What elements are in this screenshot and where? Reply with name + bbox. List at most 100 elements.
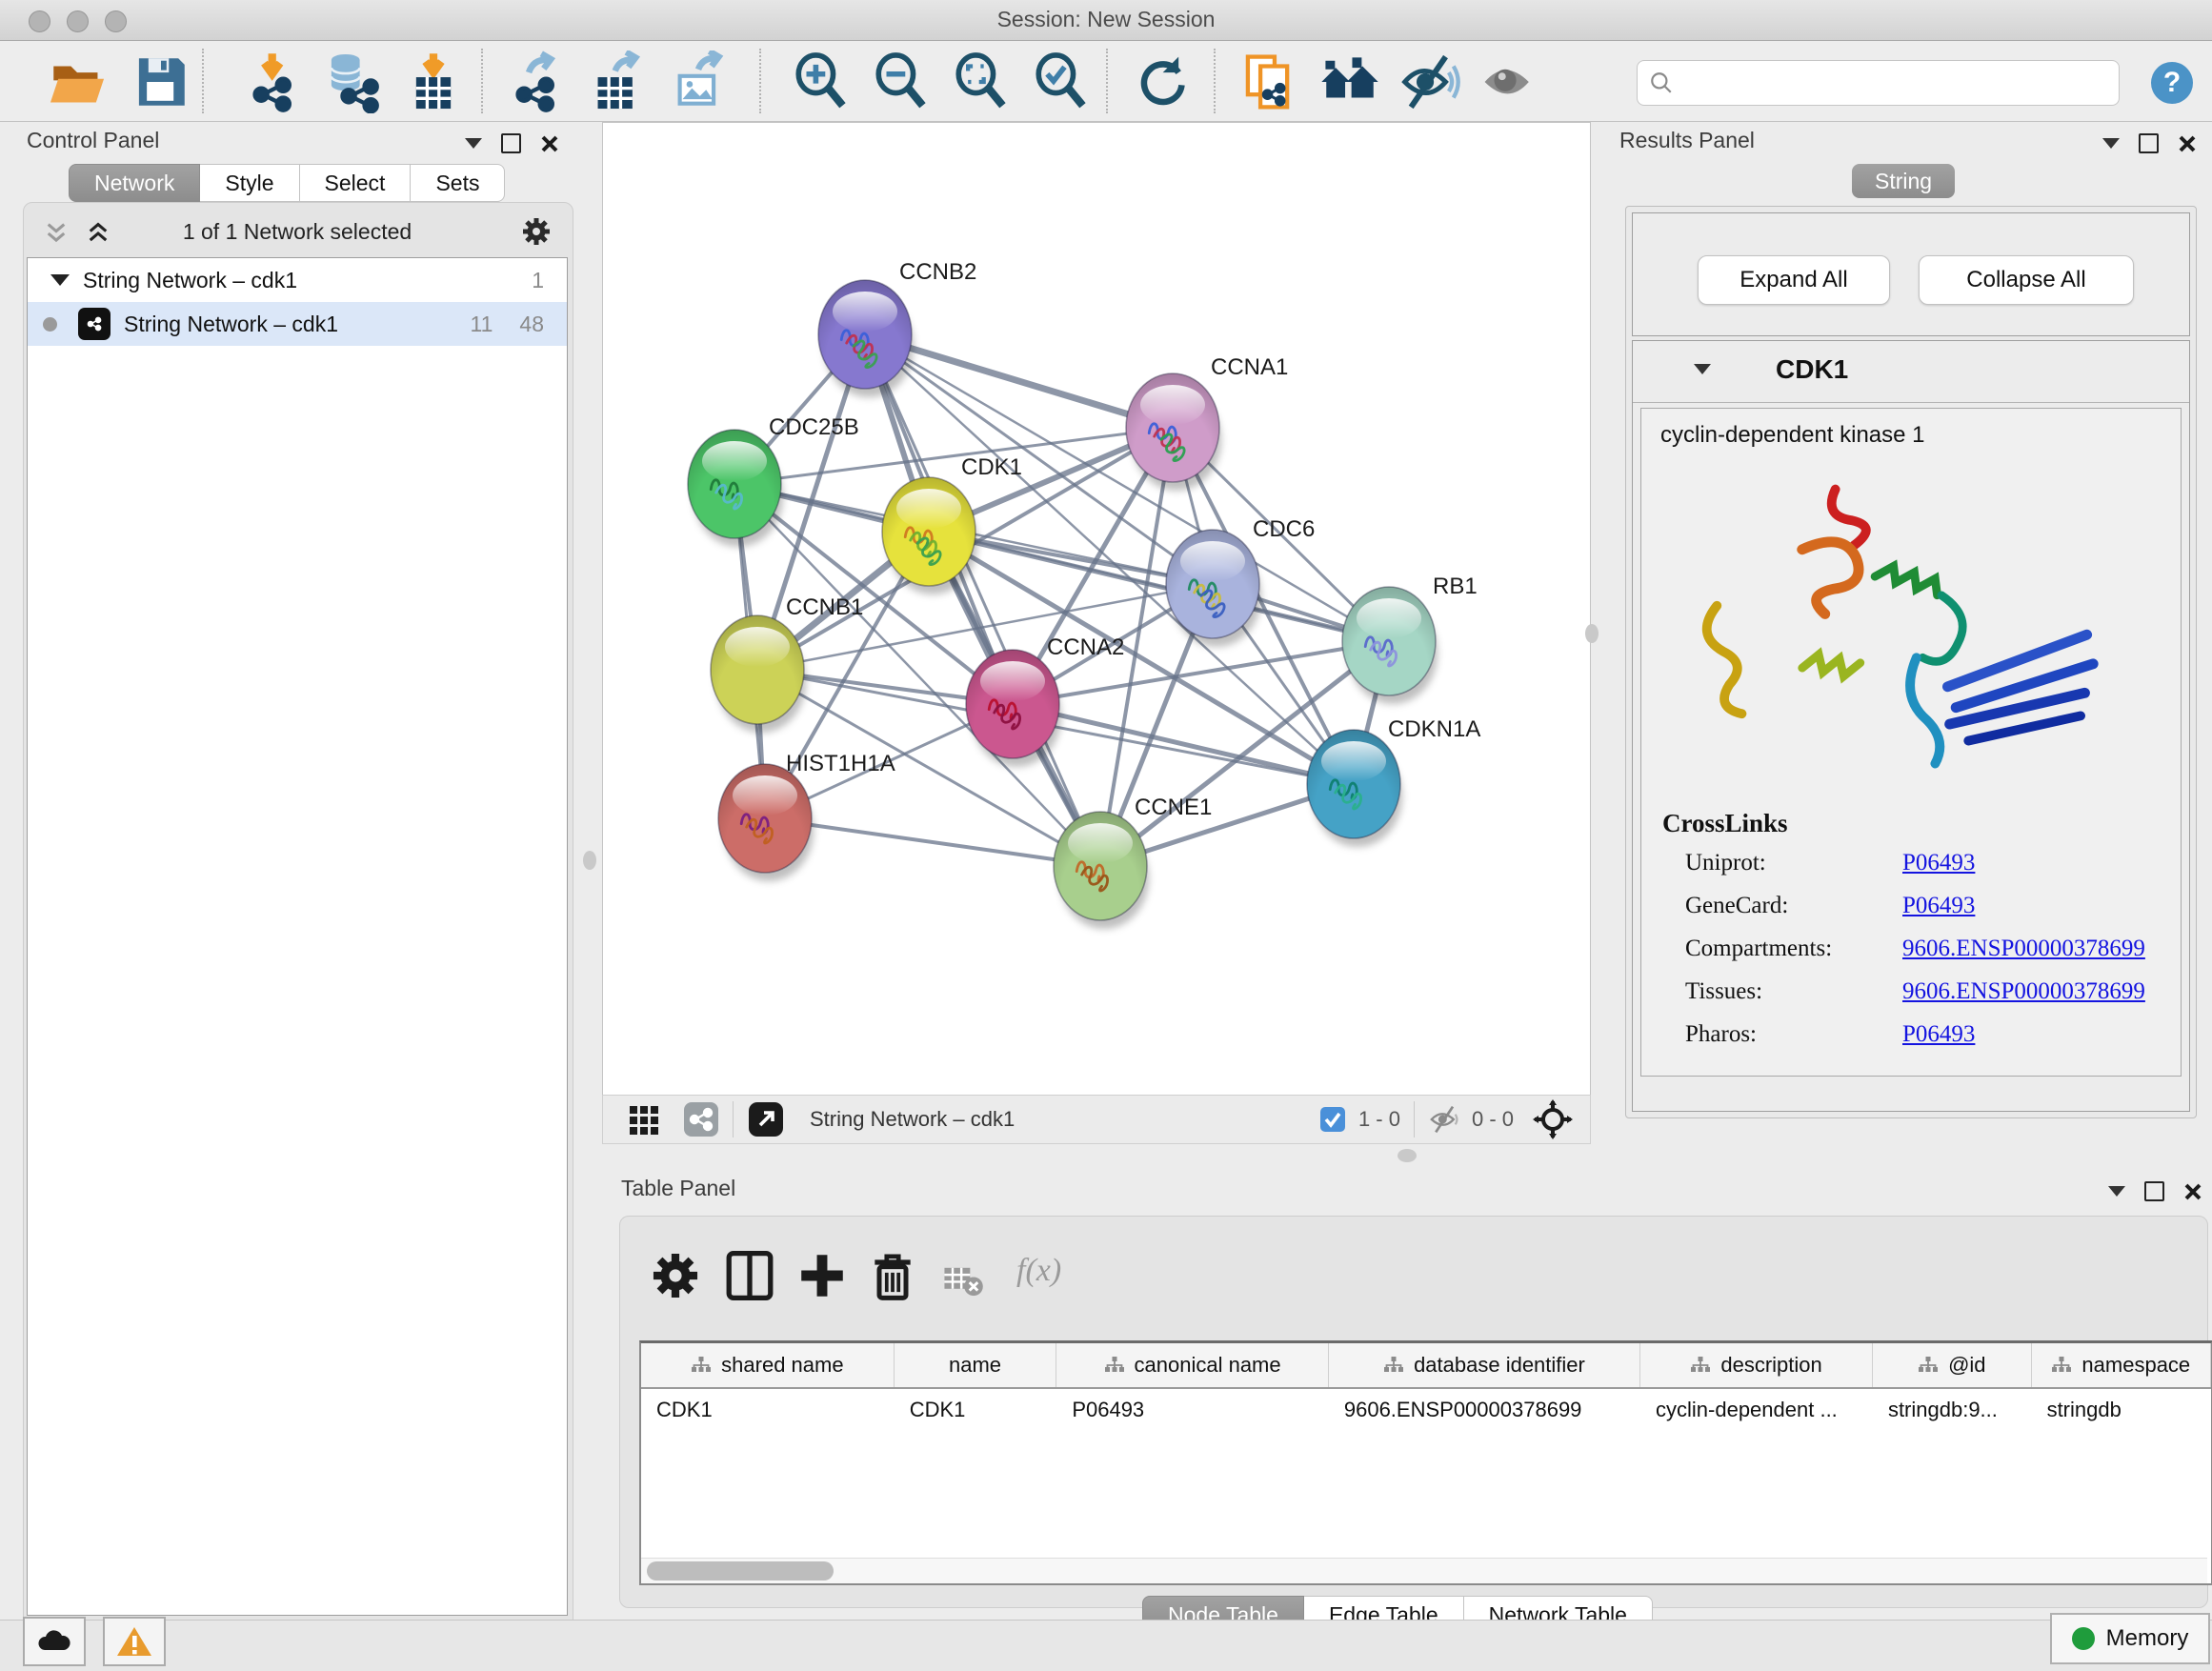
birds-eye-view-icon[interactable] (1533, 1099, 1573, 1139)
network-node-ccnb2[interactable]: CCNB2 (818, 259, 976, 397)
table-cell[interactable]: stringdb:9... (1873, 1389, 2032, 1431)
export-network-icon[interactable] (507, 50, 570, 113)
open-in-new-window-icon[interactable] (747, 1100, 785, 1138)
network-graph[interactable]: CCNB2CCNA1CDC25BCDK1CDC6RB1CCNB1CCNA2CDK… (603, 123, 1590, 1095)
two-houses-icon[interactable] (1318, 50, 1381, 113)
crosslink-value[interactable]: P06493 (1902, 850, 1975, 876)
right-splitter-handle[interactable] (1585, 624, 1599, 643)
network-node-cdc6[interactable]: CDC6 (1166, 516, 1315, 647)
network-edge[interactable] (865, 334, 1100, 866)
table-cell[interactable]: CDK1 (641, 1389, 895, 1431)
refresh-icon[interactable] (1130, 50, 1193, 113)
horizontal-scrollbar[interactable] (641, 1558, 2207, 1583)
tree-network-row[interactable]: String Network – cdk1 11 48 (28, 302, 567, 346)
network-node-ccnb1[interactable]: CCNB1 (711, 594, 863, 733)
panel-menu-icon[interactable] (2108, 1186, 2125, 1197)
column-header[interactable]: @id (1873, 1343, 2032, 1387)
crosslink-row: GeneCard: P06493 (1662, 893, 2145, 919)
close-panel-icon[interactable] (2178, 134, 2197, 153)
panel-menu-icon[interactable] (465, 138, 482, 149)
float-panel-icon[interactable] (501, 133, 521, 153)
node-label: CCNE1 (1135, 795, 1212, 820)
memory-button[interactable]: Memory (2050, 1613, 2210, 1664)
expand-all-button[interactable]: Expand All (1698, 255, 1890, 305)
grid-view-icon[interactable] (628, 1102, 662, 1137)
search-field (1637, 60, 2120, 106)
network-view-title: String Network – cdk1 (810, 1107, 1015, 1132)
search-icon (1649, 70, 1674, 95)
open-session-icon[interactable] (46, 50, 109, 113)
column-header[interactable]: canonical name (1056, 1343, 1329, 1387)
column-header[interactable]: name (895, 1343, 1057, 1387)
import-network-from-database-icon[interactable] (322, 50, 385, 113)
column-header[interactable]: description (1640, 1343, 1873, 1387)
gear-icon[interactable] (520, 215, 553, 248)
crosslink-row: Compartments: 9606.ENSP00000378699 (1662, 936, 2145, 962)
import-table-icon[interactable] (402, 50, 465, 113)
network-node-cdc25b[interactable]: CDC25B (688, 414, 859, 547)
panel-menu-icon[interactable] (2102, 138, 2120, 149)
warnings-button[interactable] (103, 1617, 166, 1666)
crosslink-value[interactable]: P06493 (1902, 1021, 1975, 1048)
tab-style[interactable]: Style (200, 164, 299, 202)
network-node-ccna1[interactable]: CCNA1 (1126, 354, 1288, 491)
cloud-button[interactable] (23, 1617, 86, 1666)
table-cell[interactable]: cyclin-dependent ... (1640, 1389, 1873, 1431)
table-row[interactable]: CDK1CDK1P064939606.ENSP00000378699cyclin… (641, 1389, 2211, 1431)
selected-checkbox-icon[interactable] (1318, 1105, 1347, 1134)
create-column-icon[interactable] (795, 1249, 849, 1302)
import-network-icon[interactable] (244, 50, 307, 113)
close-panel-icon[interactable] (2183, 1182, 2202, 1201)
zoom-out-icon[interactable] (871, 50, 934, 113)
tab-network[interactable]: Network (69, 164, 200, 202)
network-node-cdkn1a[interactable]: CDKN1A (1307, 716, 1480, 847)
collapse-all-button[interactable]: Collapse All (1919, 255, 2134, 305)
column-header[interactable]: database identifier (1329, 1343, 1640, 1387)
float-panel-icon[interactable] (2139, 133, 2159, 153)
save-session-icon[interactable] (130, 50, 192, 113)
export-table-icon[interactable] (587, 50, 650, 113)
crosslink-value[interactable]: 9606.ENSP00000378699 (1902, 978, 2145, 1005)
horizontal-splitter-handle[interactable] (1398, 1149, 1417, 1162)
delete-column-icon[interactable] (866, 1249, 919, 1302)
search-input[interactable] (1681, 65, 2104, 99)
column-header[interactable]: namespace (2032, 1343, 2211, 1387)
table-cell[interactable]: P06493 (1056, 1389, 1329, 1431)
gene-section-header[interactable]: CDK1 (1633, 341, 2189, 403)
column-header[interactable]: shared name (641, 1343, 895, 1387)
crosslinks-title: CrossLinks (1662, 809, 2145, 838)
table-cell[interactable]: CDK1 (895, 1389, 1057, 1431)
tree-collection-row[interactable]: String Network – cdk1 1 (28, 258, 567, 302)
tab-string[interactable]: String (1852, 164, 1955, 198)
crosslink-value[interactable]: 9606.ENSP00000378699 (1902, 936, 2145, 962)
export-image-icon[interactable] (667, 50, 730, 113)
table-cell[interactable]: 9606.ENSP00000378699 (1329, 1389, 1640, 1431)
left-splitter-handle[interactable] (583, 851, 596, 870)
zoom-fit-icon[interactable] (951, 50, 1014, 113)
network-edge[interactable] (765, 818, 1100, 866)
collapse-section-icon[interactable] (1694, 364, 1711, 374)
table-cell[interactable]: stringdb (2032, 1389, 2211, 1431)
collapse-icon[interactable] (50, 274, 70, 286)
scrollbar-thumb[interactable] (647, 1561, 834, 1580)
hide-selected-icon[interactable] (1398, 50, 1461, 113)
float-panel-icon[interactable] (2144, 1181, 2164, 1201)
tab-select[interactable]: Select (300, 164, 412, 202)
network-edge[interactable] (1013, 704, 1354, 784)
column-label: name (949, 1353, 1001, 1378)
network-node-rb1[interactable]: RB1 (1342, 574, 1478, 704)
help-button[interactable]: ? (2151, 62, 2193, 104)
network-canvas[interactable]: CCNB2CCNA1CDC25BCDK1CDC6RB1CCNB1CCNA2CDK… (602, 122, 1591, 1096)
crosslink-value[interactable]: P06493 (1902, 893, 1975, 919)
table-gear-icon[interactable] (649, 1249, 702, 1302)
crosslink-label: Compartments: (1662, 936, 1902, 962)
zoom-selected-icon[interactable] (1031, 50, 1094, 113)
close-panel-icon[interactable] (540, 134, 559, 153)
network-node-hist1h1a[interactable]: HIST1H1A (718, 751, 895, 881)
show-columns-icon[interactable] (723, 1249, 776, 1302)
network-view-icon[interactable] (683, 1101, 719, 1137)
zoom-in-icon[interactable] (791, 50, 854, 113)
delete-table-icon (942, 1258, 984, 1300)
tab-sets[interactable]: Sets (411, 164, 505, 202)
first-neighbors-icon[interactable] (1238, 50, 1301, 113)
